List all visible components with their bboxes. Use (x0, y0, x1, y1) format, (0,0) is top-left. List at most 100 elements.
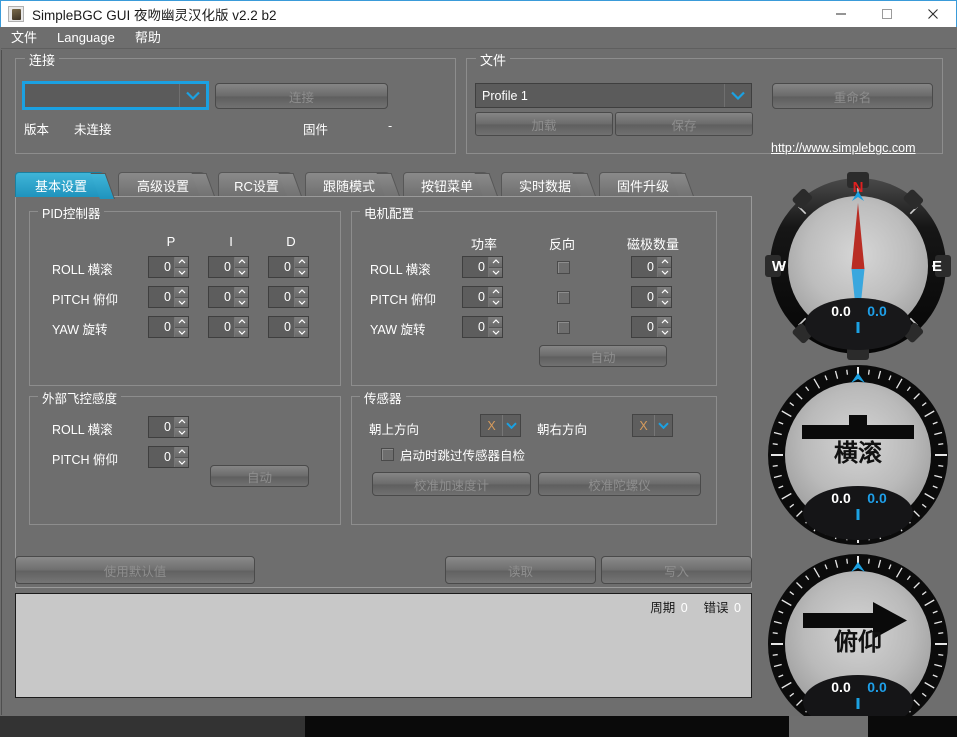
chevron-down-icon[interactable] (658, 327, 671, 337)
menu-file[interactable]: 文件 (1, 28, 47, 48)
write-button[interactable]: 写入 (601, 556, 752, 584)
rename-button[interactable]: 重命名 (772, 83, 933, 109)
chevron-down-icon[interactable] (658, 297, 671, 307)
chevron-up-icon[interactable] (235, 317, 248, 328)
pid-pitch-d-spinner[interactable]: 0 (268, 286, 309, 308)
chevron-up-icon[interactable] (489, 287, 502, 298)
chevron-up-icon[interactable] (175, 417, 188, 428)
chevron-down-icon[interactable] (489, 327, 502, 337)
motor-auto-button[interactable]: 自动 (539, 345, 667, 367)
spinner-buttons[interactable] (234, 287, 248, 307)
chevron-up-icon[interactable] (175, 287, 188, 298)
chevron-up-icon[interactable] (658, 257, 671, 268)
motor-yaw-invert-checkbox[interactable] (557, 321, 570, 334)
chevron-down-icon[interactable] (295, 267, 308, 277)
tab-advanced-settings[interactable]: 高级设置 (118, 172, 208, 197)
chevron-up-icon[interactable] (295, 257, 308, 268)
spinner-buttons[interactable] (488, 257, 502, 277)
motor-roll-poles-spinner[interactable]: 0 (631, 256, 672, 278)
chevron-up-icon[interactable] (658, 287, 671, 298)
chevron-up-icon[interactable] (175, 447, 188, 458)
spinner-buttons[interactable] (174, 287, 188, 307)
chevron-up-icon[interactable] (175, 257, 188, 268)
chevron-down-icon[interactable] (175, 457, 188, 467)
chevron-up-icon[interactable] (175, 317, 188, 328)
profile-combo[interactable]: Profile 1 (475, 83, 752, 108)
spinner-buttons[interactable] (294, 257, 308, 277)
log-box[interactable]: 周期 0 错误 0 (15, 593, 752, 698)
chevron-up-icon[interactable] (489, 317, 502, 328)
tab-follow-mode[interactable]: 跟随模式 (305, 172, 393, 197)
chevron-up-icon[interactable] (295, 287, 308, 298)
use-defaults-button[interactable]: 使用默认值 (15, 556, 255, 584)
chevron-up-icon[interactable] (235, 287, 248, 298)
pid-roll-d-spinner[interactable]: 0 (268, 256, 309, 278)
chevron-down-icon[interactable] (235, 297, 248, 307)
connect-button[interactable]: 连接 (215, 83, 388, 109)
load-button[interactable]: 加载 (475, 112, 613, 136)
motor-pitch-power-spinner[interactable]: 0 (462, 286, 503, 308)
spinner-buttons[interactable] (294, 317, 308, 337)
tab-realtime-data[interactable]: 实时数据 (501, 172, 589, 197)
chevron-down-icon[interactable] (295, 297, 308, 307)
spinner-buttons[interactable] (657, 287, 671, 307)
chevron-down-icon[interactable] (235, 327, 248, 337)
ext-fc-pitch-spinner[interactable]: 0 (148, 446, 189, 468)
chevron-down-icon[interactable] (175, 427, 188, 437)
menu-language[interactable]: Language (47, 28, 125, 48)
spinner-buttons[interactable] (294, 287, 308, 307)
spinner-buttons[interactable] (657, 257, 671, 277)
spinner-buttons[interactable] (488, 287, 502, 307)
menu-help[interactable]: 帮助 (125, 28, 171, 48)
spinner-buttons[interactable] (174, 257, 188, 277)
taskbar-active-app[interactable] (789, 716, 868, 737)
tab-rc-settings[interactable]: RC设置 (218, 172, 295, 197)
spinner-buttons[interactable] (174, 447, 188, 467)
motor-yaw-poles-spinner[interactable]: 0 (631, 316, 672, 338)
tab-basic-settings[interactable]: 基本设置 (15, 172, 107, 197)
chevron-down-icon[interactable] (295, 327, 308, 337)
chevron-up-icon[interactable] (235, 257, 248, 268)
motor-pitch-poles-spinner[interactable]: 0 (631, 286, 672, 308)
spinner-buttons[interactable] (234, 257, 248, 277)
calibrate-accelerometer-button[interactable]: 校准加速度计 (372, 472, 531, 496)
chevron-down-icon[interactable] (658, 267, 671, 277)
spinner-buttons[interactable] (488, 317, 502, 337)
pid-yaw-d-spinner[interactable]: 0 (268, 316, 309, 338)
ext-fc-auto-button[interactable]: 自动 (210, 465, 309, 487)
simplebgc-website-link[interactable]: http://www.simplebgc.com (771, 141, 916, 155)
spinner-buttons[interactable] (234, 317, 248, 337)
chevron-up-icon[interactable] (658, 317, 671, 328)
spinner-buttons[interactable] (174, 317, 188, 337)
chevron-down-icon[interactable] (489, 297, 502, 307)
pid-yaw-p-spinner[interactable]: 0 (148, 316, 189, 338)
motor-yaw-power-spinner[interactable]: 0 (462, 316, 503, 338)
pid-yaw-i-spinner[interactable]: 0 (208, 316, 249, 338)
chevron-down-icon[interactable] (175, 267, 188, 277)
chevron-up-icon[interactable] (489, 257, 502, 268)
calibrate-gyroscope-button[interactable]: 校准陀螺仪 (538, 472, 701, 496)
serial-port-combo[interactable] (22, 81, 209, 110)
pid-roll-i-spinner[interactable]: 0 (208, 256, 249, 278)
ext-fc-roll-spinner[interactable]: 0 (148, 416, 189, 438)
motor-roll-invert-checkbox[interactable] (557, 261, 570, 274)
pid-pitch-i-spinner[interactable]: 0 (208, 286, 249, 308)
motor-roll-power-spinner[interactable]: 0 (462, 256, 503, 278)
pid-pitch-p-spinner[interactable]: 0 (148, 286, 189, 308)
tab-button-menu[interactable]: 按钮菜单 (403, 172, 491, 197)
spinner-buttons[interactable] (174, 417, 188, 437)
skip-sensor-selftest-checkbox[interactable] (381, 448, 394, 461)
chevron-down-icon[interactable] (175, 327, 188, 337)
save-button[interactable]: 保存 (615, 112, 753, 136)
chevron-down-icon[interactable] (235, 267, 248, 277)
chevron-down-icon[interactable] (175, 297, 188, 307)
chevron-up-icon[interactable] (295, 317, 308, 328)
motor-pitch-invert-checkbox[interactable] (557, 291, 570, 304)
close-icon[interactable] (910, 1, 956, 27)
read-button[interactable]: 读取 (445, 556, 596, 584)
sensor-right-combo[interactable]: X (632, 414, 673, 437)
pid-roll-p-spinner[interactable]: 0 (148, 256, 189, 278)
maximize-icon[interactable] (864, 1, 910, 27)
tab-firmware-upgrade[interactable]: 固件升级 (599, 172, 687, 197)
spinner-buttons[interactable] (657, 317, 671, 337)
